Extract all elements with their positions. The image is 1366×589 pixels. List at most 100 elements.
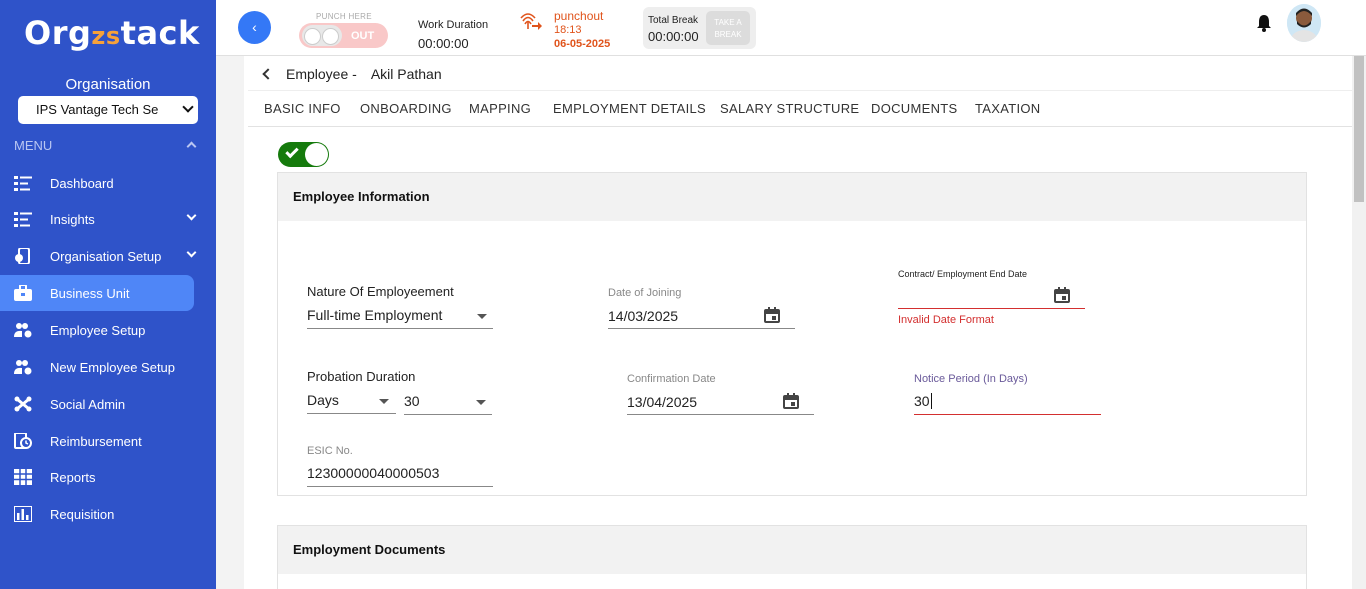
- doj-input[interactable]: 14/03/2025: [608, 308, 678, 324]
- work-duration-label: Work Duration: [418, 19, 489, 31]
- caret-down-icon: [476, 400, 486, 405]
- sidebar-item-business-unit[interactable]: Business Unit: [0, 275, 194, 311]
- sidebar-item-label: Insights: [50, 211, 95, 227]
- fingerprint-icon: [520, 13, 542, 30]
- calendar-icon[interactable]: [1054, 287, 1070, 303]
- chevron-down-icon: [186, 210, 197, 221]
- sidebar-item-label: Business Unit: [50, 285, 130, 301]
- sidebar-item-label: Social Admin: [50, 396, 126, 412]
- tab-documents[interactable]: DOCUMENTS: [871, 101, 957, 116]
- nature-label: Nature Of Employeement: [307, 284, 454, 299]
- punch-toggle[interactable]: [299, 23, 388, 48]
- tab-taxation[interactable]: TAXATION: [975, 101, 1040, 116]
- punchout-date: 06-05-2025: [554, 38, 611, 50]
- notice-underline: [914, 414, 1101, 415]
- esic-input[interactable]: 12300000040000503: [307, 465, 439, 481]
- back-arrow-icon[interactable]: [262, 68, 274, 80]
- sidebar-item-reports[interactable]: Reports: [0, 459, 194, 495]
- briefcase-icon: [14, 285, 32, 301]
- logo-text-a: Org: [24, 14, 92, 52]
- confirmation-label: Confirmation Date: [627, 373, 716, 385]
- users-gear-icon: [14, 323, 32, 338]
- doj-underline: [608, 328, 795, 329]
- user-avatar-icon: [1287, 4, 1321, 42]
- probation-label: Probation Duration: [307, 369, 416, 384]
- tab-basic-info[interactable]: BASIC INFO: [264, 101, 341, 116]
- device-settings-icon: [15, 248, 30, 264]
- total-break-label: Total Break: [648, 15, 699, 26]
- sidebar-item-label: Reports: [50, 469, 96, 485]
- logo-text-b: zs: [91, 22, 121, 50]
- punchout-label: punchout: [554, 9, 604, 23]
- nature-underline: [307, 328, 493, 329]
- scrollbar-thumb[interactable]: [1354, 56, 1364, 202]
- sidebar-item-new-employee-setup[interactable]: New Employee Setup: [0, 349, 194, 385]
- end-date-label: Contract/ Employment End Date: [898, 269, 1028, 279]
- breadcrumb: Employee - Akil Pathan: [262, 66, 442, 82]
- tab-employment-details[interactable]: EMPLOYMENT DETAILS: [553, 101, 706, 116]
- esic-label: ESIC No.: [307, 445, 353, 457]
- take-break-line2: BREAK: [714, 30, 742, 39]
- probation-value-select[interactable]: 30: [404, 393, 420, 409]
- caret-down-icon: [379, 399, 389, 404]
- avatar[interactable]: [1287, 4, 1321, 42]
- sidebar-item-requisition[interactable]: Requisition: [0, 496, 194, 532]
- tab-bar: BASIC INFO ONBOARDING MAPPING EMPLOYMENT…: [248, 90, 1352, 127]
- calendar-icon[interactable]: [783, 393, 799, 409]
- menu-label: MENU: [14, 138, 53, 153]
- employee-active-toggle[interactable]: [278, 142, 329, 167]
- joomla-icon: [14, 396, 32, 412]
- chevron-down-icon: [182, 101, 194, 113]
- notice-input[interactable]: 30: [914, 393, 932, 409]
- take-a-break-button[interactable]: TAKE A BREAK: [706, 11, 750, 45]
- tab-mapping[interactable]: MAPPING: [469, 101, 531, 116]
- employee-name: Akil Pathan: [370, 66, 442, 82]
- notice-label: Notice Period (In Days): [914, 373, 1028, 385]
- sidebar-item-social-admin[interactable]: Social Admin: [0, 386, 194, 422]
- probation-value-underline: [404, 414, 492, 415]
- punch-out-label: OUT: [351, 30, 375, 42]
- check-icon: [285, 144, 299, 159]
- sidebar: Orgzstack Organisation IPS Vantage Tech …: [0, 0, 216, 589]
- collapse-sidebar-button[interactable]: ‹: [238, 11, 271, 44]
- sidebar-item-label: New Employee Setup: [50, 359, 176, 375]
- employee-information-section: Employee Information Nature Of Employeem…: [277, 172, 1307, 496]
- sidebar-item-label: Employee Setup: [50, 322, 146, 338]
- sidebar-item-label: Requisition: [50, 506, 115, 522]
- chevron-up-icon[interactable]: [186, 141, 197, 152]
- app-logo[interactable]: Orgzstack: [24, 14, 200, 52]
- esic-underline: [307, 486, 493, 487]
- total-break-box: Total Break 00:00:00 TAKE A BREAK: [643, 7, 756, 49]
- list-icon: [14, 176, 32, 191]
- sidebar-item-reimbursement[interactable]: Reimbursement: [0, 423, 194, 459]
- punch-here-label: PUNCH HERE: [316, 12, 372, 21]
- sidebar-item-organisation-setup[interactable]: Organisation Setup: [0, 238, 197, 274]
- sidebar-item-insights[interactable]: Insights: [0, 201, 197, 237]
- organisation-select[interactable]: IPS Vantage Tech Se: [18, 96, 198, 124]
- tab-onboarding[interactable]: ONBOARDING: [360, 101, 452, 116]
- users-gear-icon: [14, 360, 32, 375]
- sidebar-item-dashboard[interactable]: Dashboard: [0, 165, 194, 201]
- caret-down-icon: [477, 314, 487, 319]
- end-date-error: Invalid Date Format: [898, 314, 994, 326]
- document-clock-icon: [14, 433, 32, 449]
- page-scrollbar[interactable]: [1352, 56, 1366, 589]
- confirmation-input[interactable]: 13/04/2025: [627, 394, 697, 410]
- sidebar-item-employee-setup[interactable]: Employee Setup: [0, 312, 194, 348]
- probation-unit-select[interactable]: Days: [307, 392, 339, 408]
- end-date-underline: [898, 308, 1085, 309]
- confirmation-underline: [627, 414, 814, 415]
- calendar-icon[interactable]: [764, 307, 780, 323]
- bar-chart-icon: [14, 506, 32, 522]
- nature-select-value[interactable]: Full-time Employment: [307, 307, 442, 323]
- tab-salary-structure[interactable]: SALARY STRUCTURE: [720, 101, 859, 116]
- chevron-left-icon: ‹: [252, 19, 257, 35]
- sidebar-item-label: Reimbursement: [50, 433, 142, 449]
- grid-icon: [14, 469, 32, 485]
- bell-icon[interactable]: [1256, 14, 1272, 32]
- take-break-line1: TAKE A: [714, 18, 742, 27]
- main-content: Employee - Akil Pathan BASIC INFO ONBOAR…: [244, 56, 1352, 589]
- work-duration-value: 00:00:00: [418, 36, 469, 51]
- doj-label: Date of Joining: [608, 287, 682, 299]
- toggle-knob: [305, 143, 328, 166]
